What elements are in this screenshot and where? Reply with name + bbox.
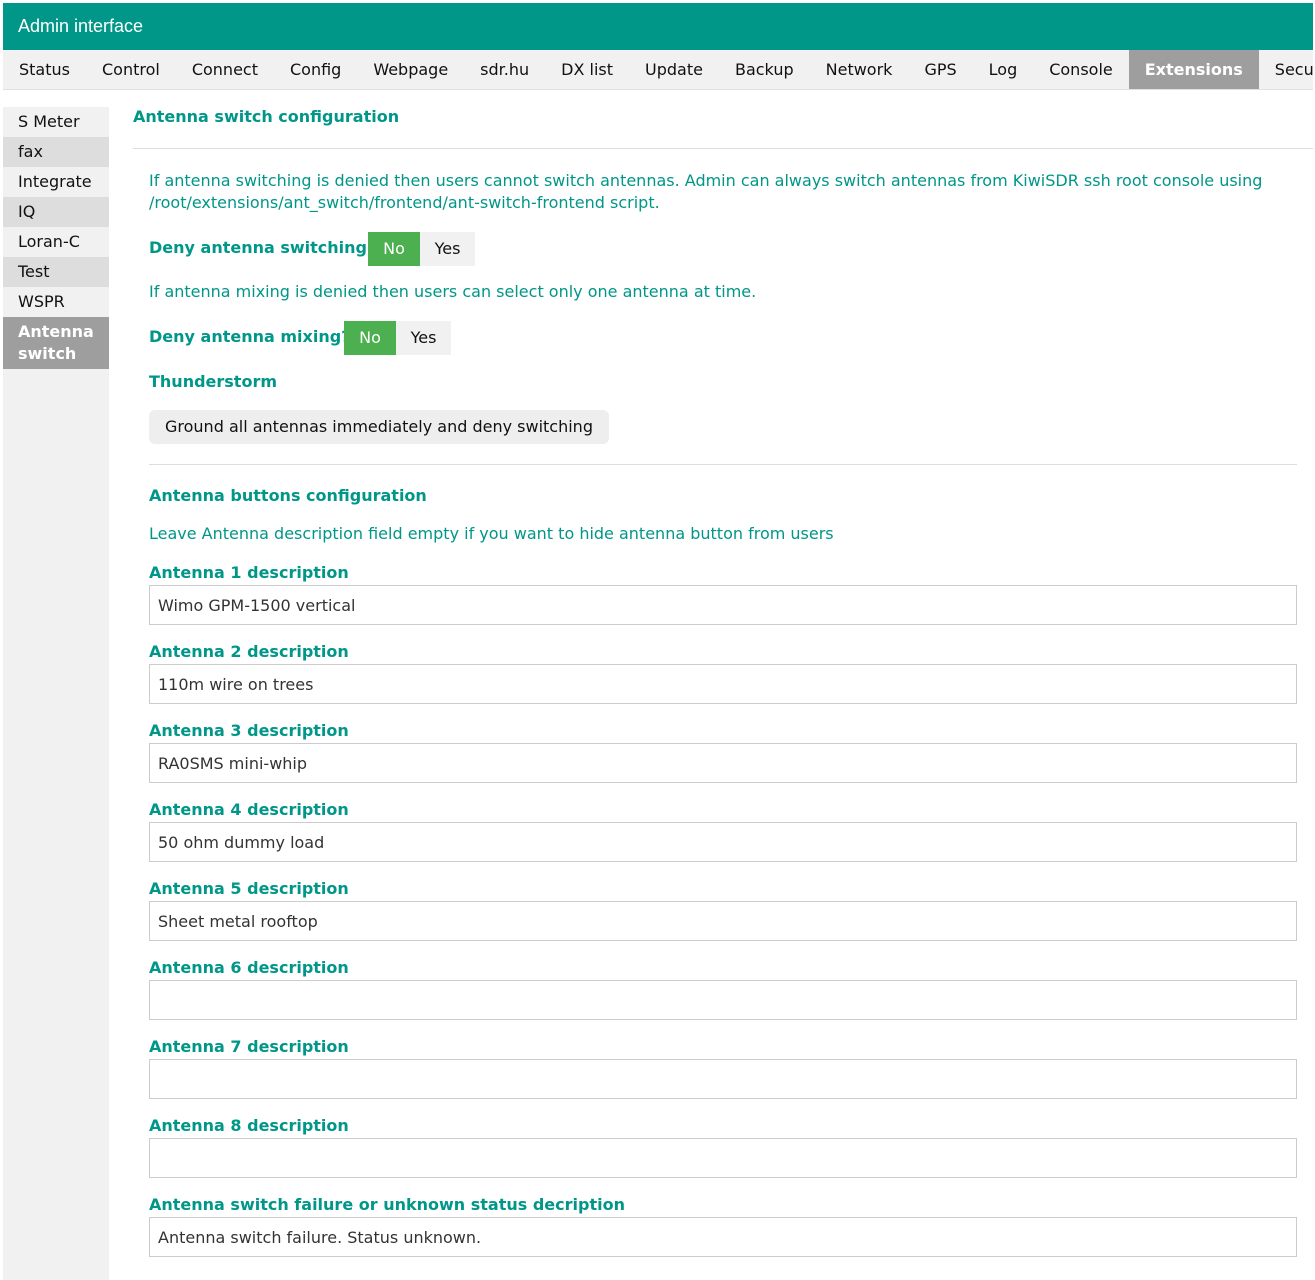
deny-mixing-label: Deny antenna mixing?: [149, 327, 351, 346]
tab-status[interactable]: Status: [3, 50, 86, 89]
tab-control[interactable]: Control: [86, 50, 176, 89]
antenna-4-input[interactable]: [149, 822, 1297, 862]
thunderstorm-title: Thunderstorm: [149, 372, 278, 391]
section-divider: [149, 464, 1297, 465]
deny-switching-yes-button[interactable]: Yes: [420, 232, 475, 266]
tab-connect[interactable]: Connect: [176, 50, 274, 89]
mixing-note: If antenna mixing is denied then users c…: [149, 282, 757, 301]
antenna-4-label: Antenna 4 description: [149, 800, 349, 819]
sidebar-item-loran-c[interactable]: Loran-C: [3, 227, 109, 257]
deny-switching-no-button[interactable]: No: [368, 232, 420, 266]
antenna-8-input[interactable]: [149, 1138, 1297, 1178]
sidebar-item-fax[interactable]: fax: [3, 137, 109, 167]
deny-switching-toggle: No Yes: [368, 232, 475, 266]
buttons-config-note: Leave Antenna description field empty if…: [149, 524, 834, 543]
tab-extensions[interactable]: Extensions: [1128, 50, 1259, 89]
antenna-3-label: Antenna 3 description: [149, 721, 349, 740]
switching-note: If antenna switching is denied then user…: [149, 171, 1263, 212]
failure-input[interactable]: [149, 1217, 1297, 1257]
tab-network[interactable]: Network: [810, 50, 909, 89]
tab-webpage[interactable]: Webpage: [357, 50, 464, 89]
tab-log[interactable]: Log: [973, 50, 1034, 89]
antenna-6-label: Antenna 6 description: [149, 958, 349, 977]
sidebar-item-integrate[interactable]: Integrate: [3, 167, 109, 197]
antenna-2-label: Antenna 2 description: [149, 642, 349, 661]
sidebar-item-wspr[interactable]: WSPR: [3, 287, 109, 317]
tab-backup[interactable]: Backup: [719, 50, 810, 89]
deny-switching-label: Deny antenna switching?: [149, 238, 377, 257]
antenna-3-input[interactable]: [149, 743, 1297, 783]
antenna-7-label: Antenna 7 description: [149, 1037, 349, 1056]
tab-sdr-hu[interactable]: sdr.hu: [464, 50, 545, 89]
antenna-1-label: Antenna 1 description: [149, 563, 349, 582]
antenna-7-input[interactable]: [149, 1059, 1297, 1099]
antenna-1-input[interactable]: [149, 585, 1297, 625]
tab-security[interactable]: Security: [1259, 50, 1315, 89]
deny-mixing-yes-button[interactable]: Yes: [396, 321, 451, 355]
antenna-6-input[interactable]: [149, 980, 1297, 1020]
failure-label: Antenna switch failure or unknown status…: [149, 1195, 625, 1214]
antenna-2-input[interactable]: [149, 664, 1297, 704]
admin-page: Admin interface Status Control Connect C…: [0, 0, 1315, 1280]
tab-update[interactable]: Update: [629, 50, 719, 89]
antenna-5-label: Antenna 5 description: [149, 879, 349, 898]
extensions-side-nav: S Meter fax Integrate IQ Loran-C Test WS…: [3, 107, 109, 1280]
sidebar-item-test[interactable]: Test: [3, 257, 109, 287]
tab-console[interactable]: Console: [1033, 50, 1129, 89]
sidebar-item-iq[interactable]: IQ: [3, 197, 109, 227]
top-nav: Status Control Connect Config Webpage sd…: [3, 50, 1315, 90]
section-divider: [133, 148, 1313, 149]
sidebar-item-s-meter[interactable]: S Meter: [3, 107, 109, 137]
page-title: Antenna switch configuration: [133, 107, 400, 126]
deny-mixing-toggle: No Yes: [344, 321, 451, 355]
sidebar-item-antenna-switch[interactable]: Antenna switch: [3, 317, 109, 369]
antenna-5-input[interactable]: [149, 901, 1297, 941]
main-content: Antenna switch configuration If antenna …: [133, 100, 1313, 1257]
tab-dx-list[interactable]: DX list: [545, 50, 629, 89]
app-title: Admin interface: [18, 16, 144, 36]
title-bar: Admin interface: [3, 3, 1313, 50]
antenna-8-label: Antenna 8 description: [149, 1116, 349, 1135]
buttons-config-title: Antenna buttons configuration: [149, 486, 427, 505]
ground-antennas-button[interactable]: Ground all antennas immediately and deny…: [149, 410, 609, 444]
deny-mixing-no-button[interactable]: No: [344, 321, 396, 355]
tab-config[interactable]: Config: [274, 50, 357, 89]
tab-gps[interactable]: GPS: [908, 50, 972, 89]
